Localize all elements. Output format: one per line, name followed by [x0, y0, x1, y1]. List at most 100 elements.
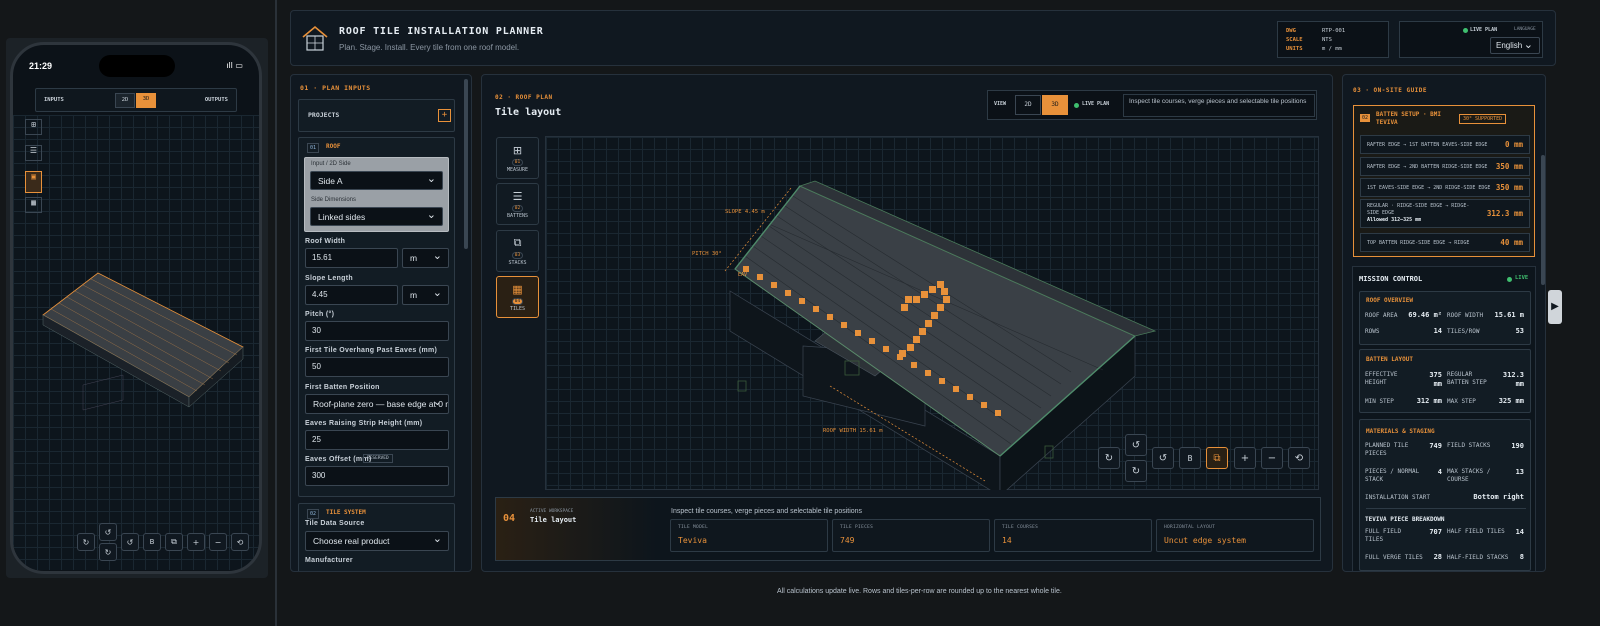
roof-width-unit-select[interactable]: m [402, 248, 449, 268]
phone-tool-tiles[interactable]: ▦ [25, 197, 42, 213]
batten-row: RAFTER EDGE → 1ST BATTEN EAVES-SIDE EDGE… [1360, 135, 1530, 154]
scrollbar[interactable] [464, 79, 468, 249]
tool-measure[interactable]: ⊞ 01 MEASURE [496, 137, 539, 179]
tool-stacks[interactable]: ⧉ 03 STACKS [496, 230, 539, 272]
phone-zoom-out-button[interactable]: − [209, 533, 227, 551]
max-stacks-value: 13 [1515, 468, 1524, 476]
tiles-per-row-label: TILES/ROW [1447, 328, 1480, 335]
rows-value: 14 [1433, 327, 1442, 335]
zoom-in-button[interactable]: + [1234, 447, 1256, 469]
source-select[interactable]: Choose real product [305, 531, 449, 551]
overhang-input[interactable]: 50 [305, 357, 449, 377]
phone-outputs-tab[interactable]: OUTPUTS [205, 97, 228, 103]
max-step-label: MAX STEP [1447, 398, 1476, 405]
stacks-icon: ⧉ [513, 236, 522, 249]
install-start-value: Bottom right [1473, 493, 1524, 501]
tool-tiles[interactable]: ▦ 04 TILES [496, 276, 539, 318]
supported-badge: 30° SUPPORTED [1459, 114, 1507, 124]
eaves-offset-label: Eaves Offset (mm) [305, 456, 372, 463]
phone-tool-battens[interactable]: ☰ [25, 145, 42, 161]
eaves-strip-label: Eaves Raising Strip Height (mm) [305, 420, 423, 427]
slope-input[interactable]: 4.45 [305, 285, 398, 305]
live-dot-icon [1463, 28, 1468, 33]
tool-battens[interactable]: ☰ 02 BATTENS [496, 183, 539, 225]
batten-row: REGULAR · RIDGE-SIDE EDGE → RIDGE-SIDE E… [1360, 199, 1530, 228]
house-logo-icon [302, 25, 328, 51]
effective-height-value: 375 mm [1429, 371, 1442, 388]
max-step-value: 325 mm [1498, 397, 1524, 405]
pieces-per-stack-value: 4 [1437, 468, 1442, 476]
view-3d-button[interactable]: 3D [1042, 95, 1068, 115]
side-select[interactable]: Side A [310, 171, 443, 190]
batten-row: TOP BATTEN RIDGE-SIDE EDGE → RIDGE 40 mm [1360, 233, 1530, 252]
phone-tool-measure[interactable]: ⊞ [25, 119, 42, 135]
half-field-stacks-label: HALF-FIELD STACKS [1447, 554, 1509, 561]
view-toggle: VIEW 2D 3D LIVE PLAN Inspect tile course… [987, 90, 1317, 120]
tilt-down-button[interactable]: ↻ [1125, 460, 1147, 482]
pitch-label: Pitch (°) [305, 311, 335, 318]
phone-tool-stacks[interactable]: ▣ [25, 171, 42, 193]
phone-b-button[interactable]: B [143, 533, 161, 551]
phone-rotate-right-button[interactable]: ↺ [121, 533, 139, 551]
phone-tilt-up-button[interactable]: ↺ [99, 523, 117, 541]
roof-3d-model[interactable]: SLOPE 4.45 m PITCH 30° EAV ROOF WIDTH 15… [545, 136, 1319, 490]
phone-topbar: INPUTS 2D 3D OUTPUTS [35, 88, 237, 112]
workspace-num: 04 [503, 513, 516, 524]
planned-pieces-label: PLANNED TILE PIECES [1365, 442, 1409, 457]
phone-tilt-down-button[interactable]: ↻ [99, 543, 117, 561]
workspace-label: ACTIVE WORKSPACE [530, 509, 574, 514]
phone-reset-button[interactable]: ⟲ [231, 533, 249, 551]
dims-select[interactable]: Linked sides [310, 207, 443, 226]
roof-width-out-value: 15.61 m [1494, 311, 1524, 319]
view-2d-button[interactable]: 2D [1015, 95, 1041, 115]
phone-2d-button[interactable]: 2D [115, 93, 135, 108]
install-start-label: INSTALLATION START [1365, 494, 1431, 501]
phone-rotate-left-button[interactable]: ↻ [77, 533, 95, 551]
eaves-offset-input[interactable]: 300 [305, 466, 449, 486]
footer-note: All calculations update live. Rows and t… [777, 588, 1062, 595]
half-field-stacks-value: 8 [1519, 553, 1524, 561]
max-stacks-label: MAX STACKS / COURSE [1447, 468, 1491, 483]
rows-label: ROWS [1365, 328, 1380, 335]
manufacturer-label: Manufacturer [305, 557, 353, 564]
roof-width-label: Roof Width [305, 238, 346, 245]
full-verge-tiles-value: 28 [1433, 553, 1442, 561]
phone-zoom-in-button[interactable]: + [187, 533, 205, 551]
guide-scrollbar[interactable] [1541, 155, 1545, 285]
roof-plan-panel: 02 · ROOF PLAN Tile layout VIEW 2D 3D LI… [481, 74, 1333, 572]
live-plan-label: LIVE PLAN [1082, 101, 1110, 107]
zoom-out-button[interactable]: − [1261, 447, 1283, 469]
language-select[interactable]: English [1490, 37, 1540, 54]
slope-dimension: SLOPE 4.45 m [725, 209, 765, 215]
plan-inputs-heading: 01 · PLAN INPUTS [300, 84, 371, 92]
b-view-button[interactable]: B [1179, 447, 1201, 469]
full-verge-tiles-label: FULL VERGE TILES [1365, 554, 1423, 561]
phone-3d-button[interactable]: 3D [136, 93, 156, 108]
tiles-per-row-value: 53 [1515, 327, 1524, 335]
batten-setup-title: BATTEN SETUP · BMI TEVIVA [1376, 111, 1442, 126]
app-title: ROOF TILE INSTALLATION PLANNER [339, 26, 544, 37]
pitch-input[interactable]: 30 [305, 321, 449, 341]
reset-view-button[interactable]: ⟲ [1288, 447, 1310, 469]
side-panel-toggle[interactable]: ▶ [1548, 290, 1562, 324]
phone-roof-model[interactable] [13, 255, 259, 455]
tilt-up-button[interactable]: ↺ [1125, 434, 1147, 456]
eaves-strip-input[interactable]: 25 [305, 430, 449, 450]
reserved-badge: RESERVED [363, 454, 393, 463]
slope-unit-select[interactable]: m [402, 285, 449, 305]
add-project-button[interactable]: + [438, 109, 451, 122]
rotate-right-button[interactable]: ↺ [1152, 447, 1174, 469]
roof-width-input[interactable]: 15.61 [305, 248, 398, 268]
phone-inputs-tab[interactable]: INPUTS [44, 97, 64, 103]
rotate-left-button[interactable]: ↻ [1098, 447, 1120, 469]
roof-area-value: 69.46 m² [1408, 311, 1442, 319]
full-field-tiles-value: 707 [1429, 528, 1442, 536]
min-step-value: 312 mm [1416, 397, 1442, 405]
layers-button[interactable]: ⧉ [1206, 447, 1228, 469]
plan-hint: Inspect tile courses, verge pieces and s… [1123, 94, 1315, 117]
slope-label: Slope Length [305, 275, 353, 282]
phone-layers-button[interactable]: ⧉ [165, 533, 183, 551]
batten-row: RAFTER EDGE → 2ND BATTEN RIDGE-SIDE EDGE… [1360, 157, 1530, 176]
batten-position-select[interactable]: Roof-plane zero — base edge at 0 m [305, 394, 449, 414]
mission-live: LIVE [1515, 275, 1529, 281]
